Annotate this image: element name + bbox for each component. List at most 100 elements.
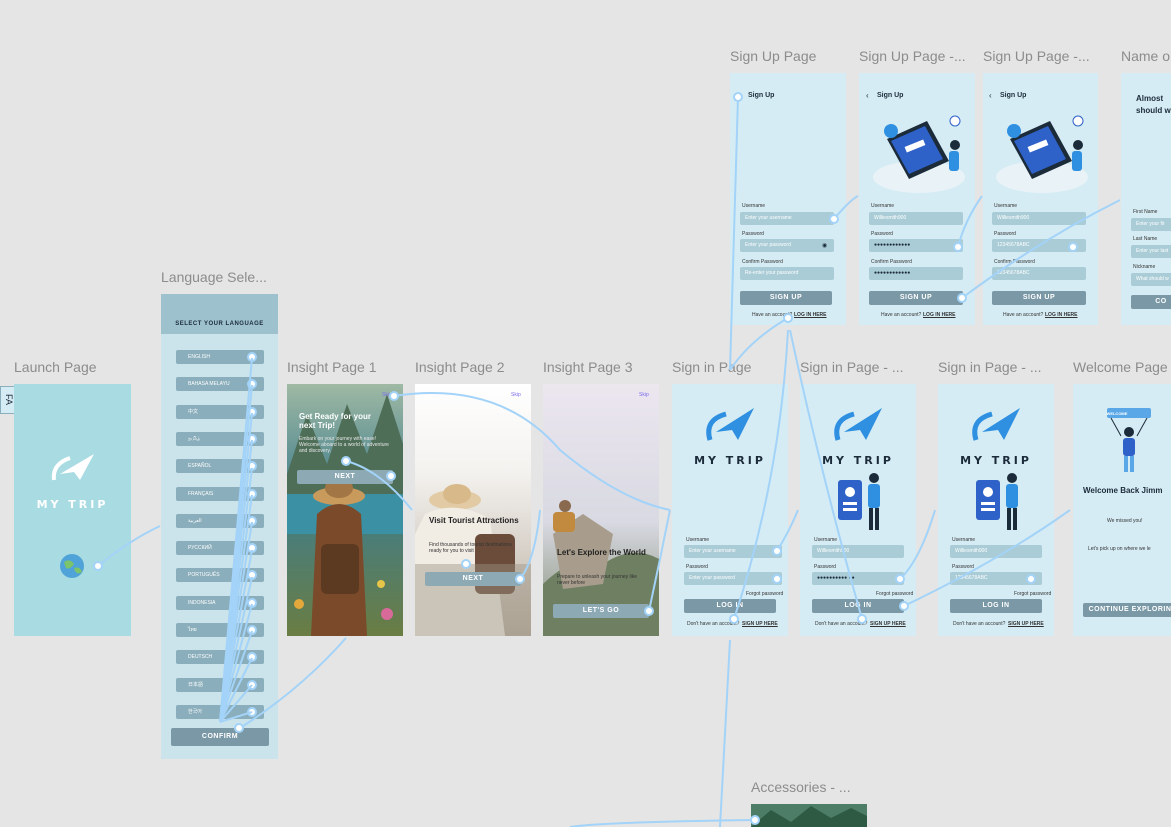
- connector-dot[interactable]: [733, 92, 743, 102]
- frame-launch[interactable]: MY TRIP: [14, 384, 131, 636]
- connector-dot[interactable]: [772, 574, 782, 584]
- connector-dot[interactable]: [247, 625, 257, 635]
- frame-signin3[interactable]: MY TRIP Username Williesmith900 Password…: [938, 384, 1054, 636]
- signin1-username-input[interactable]: Enter your username: [684, 545, 782, 558]
- connector-dot[interactable]: [772, 546, 782, 556]
- frame-signin1[interactable]: MY TRIP Username Enter your username Pas…: [672, 384, 788, 636]
- signin1-forgot-link[interactable]: Forgot password: [746, 591, 783, 597]
- signup2-confirm-input[interactable]: ●●●●●●●●●●●●: [869, 267, 963, 280]
- insight3-skip[interactable]: Skip: [639, 392, 649, 398]
- frame-label-launch[interactable]: Launch Page: [14, 359, 97, 375]
- connector-dot[interactable]: [857, 614, 867, 624]
- frame-label-accessories[interactable]: Accessories - ...: [751, 779, 851, 795]
- frame-label-insight1[interactable]: Insight Page 1: [287, 359, 377, 375]
- name-continue-button[interactable]: CO: [1131, 295, 1171, 309]
- connector-dot[interactable]: [386, 471, 396, 481]
- signup2-username-input[interactable]: Williesmith900: [869, 212, 963, 225]
- signup3-login-link[interactable]: LOG IN HERE: [1045, 312, 1078, 318]
- signin2-signup-link[interactable]: SIGN UP HERE: [870, 621, 906, 627]
- frame-label-signin3[interactable]: Sign in Page - ...: [938, 359, 1053, 375]
- connector-dot[interactable]: [1026, 574, 1036, 584]
- connector-dot[interactable]: [644, 606, 654, 616]
- connector-dot[interactable]: [957, 293, 967, 303]
- eye-icon[interactable]: ◉: [822, 242, 827, 249]
- connector-dot[interactable]: [461, 559, 471, 569]
- connector-dot[interactable]: [895, 574, 905, 584]
- connector-dot[interactable]: [247, 515, 257, 526]
- nickname-input[interactable]: What should w: [1131, 273, 1171, 286]
- connector-dot[interactable]: [247, 706, 257, 717]
- connector-dot[interactable]: [953, 242, 963, 252]
- frame-label-signup3[interactable]: Sign Up Page -...: [983, 48, 1098, 64]
- confirm-button[interactable]: CONFIRM: [171, 728, 269, 746]
- connector-dot[interactable]: [247, 352, 257, 362]
- connector-dot[interactable]: [247, 406, 257, 417]
- frame-label-welcome[interactable]: Welcome Page: [1073, 359, 1168, 375]
- frame-label-insight2[interactable]: Insight Page 2: [415, 359, 505, 375]
- insight2-next-button[interactable]: NEXT: [425, 572, 521, 586]
- frame-label-name[interactable]: Name o: [1121, 48, 1170, 64]
- connector-dot[interactable]: [783, 313, 793, 323]
- insight3-letsgo-button[interactable]: LET'S GO: [553, 604, 649, 618]
- connector-dot[interactable]: [389, 391, 399, 401]
- signin3-username-input[interactable]: Williesmith900: [950, 545, 1042, 558]
- connector-dot[interactable]: [247, 433, 257, 444]
- connector-dot[interactable]: [1068, 242, 1078, 252]
- connector-dot[interactable]: [93, 561, 103, 571]
- signup3-back-icon[interactable]: ‹: [989, 91, 992, 100]
- connector-dot[interactable]: [515, 574, 525, 584]
- last-name-input[interactable]: Enter your last: [1131, 245, 1171, 258]
- insight1-next-button[interactable]: NEXT: [297, 470, 393, 484]
- frame-signup3[interactable]: ‹ Sign Up Username Williesmith900 Passwo…: [983, 73, 1098, 325]
- signup2-button[interactable]: SIGN UP: [869, 291, 963, 305]
- connector-dot[interactable]: [829, 214, 839, 224]
- edge-tab[interactable]: FA: [0, 386, 15, 414]
- insight2-skip[interactable]: Skip: [511, 392, 521, 398]
- signup3-button[interactable]: SIGN UP: [992, 291, 1086, 305]
- signin1-signup-link[interactable]: SIGN UP HERE: [742, 621, 778, 627]
- connector-dot[interactable]: [247, 679, 257, 690]
- signup3-username-input[interactable]: Williesmith900: [992, 212, 1086, 225]
- signup1-username-input[interactable]: Enter your username: [740, 212, 834, 225]
- frame-name[interactable]: Almost should w First Name Enter your fi…: [1121, 73, 1171, 325]
- continue-exploring-button[interactable]: CONTINUE EXPLORING: [1083, 603, 1171, 617]
- connector-dot[interactable]: [899, 601, 909, 611]
- signin2-forgot-link[interactable]: Forgot password: [876, 591, 913, 597]
- frame-signup2[interactable]: ‹ Sign Up Username Williesmith900 Passwo…: [859, 73, 975, 325]
- frame-insight3[interactable]: Let's Explore the World Prepare to unlea…: [543, 384, 659, 636]
- frame-label-insight3[interactable]: Insight Page 3: [543, 359, 633, 375]
- connector-dot[interactable]: [247, 488, 257, 499]
- frame-insight2[interactable]: Visit Tourist Attractions Find thousands…: [415, 384, 531, 636]
- signin1-login-button[interactable]: LOG IN: [684, 599, 776, 613]
- connector-dot[interactable]: [341, 456, 351, 466]
- connector-dot[interactable]: [247, 597, 257, 608]
- signup1-login-link[interactable]: LOG IN HERE: [794, 312, 827, 318]
- frame-label-signup2[interactable]: Sign Up Page -...: [859, 48, 974, 64]
- signin3-login-button[interactable]: LOG IN: [950, 599, 1042, 613]
- frame-signup1[interactable]: Sign Up Username Enter your username Pas…: [730, 73, 846, 325]
- signup1-confirm-input[interactable]: Re-enter your password: [740, 267, 834, 280]
- signin3-signup-link[interactable]: SIGN UP HERE: [1008, 621, 1044, 627]
- signup1-button[interactable]: SIGN UP: [740, 291, 832, 305]
- frame-welcome[interactable]: WELCOME Welcome Back Jimm We missed you!…: [1073, 384, 1171, 636]
- frame-language[interactable]: SELECT YOUR LANGUAGE ENGLISH BAHASA MELAY…: [161, 294, 278, 759]
- connector-dot[interactable]: [234, 723, 244, 733]
- signin1-password-input[interactable]: Enter your password: [684, 572, 782, 585]
- frame-label-signup1[interactable]: Sign Up Page: [730, 48, 816, 64]
- frame-signin2[interactable]: MY TRIP Username Williesmith900 Password…: [800, 384, 916, 636]
- signin2-login-button[interactable]: LOG IN: [812, 599, 904, 613]
- frame-insight1[interactable]: Get Ready for your next Trip! Embark on …: [287, 384, 403, 636]
- connector-dot[interactable]: [750, 815, 760, 825]
- signin2-password-input[interactable]: ●●●●●●●●●● ●●: [812, 572, 904, 585]
- signup2-login-link[interactable]: LOG IN HERE: [923, 312, 956, 318]
- signup2-back-icon[interactable]: ‹: [866, 91, 869, 100]
- frame-accessories[interactable]: [751, 804, 867, 827]
- frame-label-signin1[interactable]: Sign in Page: [672, 359, 751, 375]
- signin2-username-input[interactable]: Williesmith900: [812, 545, 904, 558]
- frame-label-signin2[interactable]: Sign in Page - ...: [800, 359, 915, 375]
- connector-dot[interactable]: [729, 614, 739, 624]
- signin3-forgot-link[interactable]: Forgot password: [1014, 591, 1051, 597]
- signup1-password-input[interactable]: Enter your password: [740, 239, 834, 252]
- frame-label-language[interactable]: Language Sele...: [161, 269, 276, 285]
- signup2-password-input[interactable]: ●●●●●●●●●●●●: [869, 239, 963, 252]
